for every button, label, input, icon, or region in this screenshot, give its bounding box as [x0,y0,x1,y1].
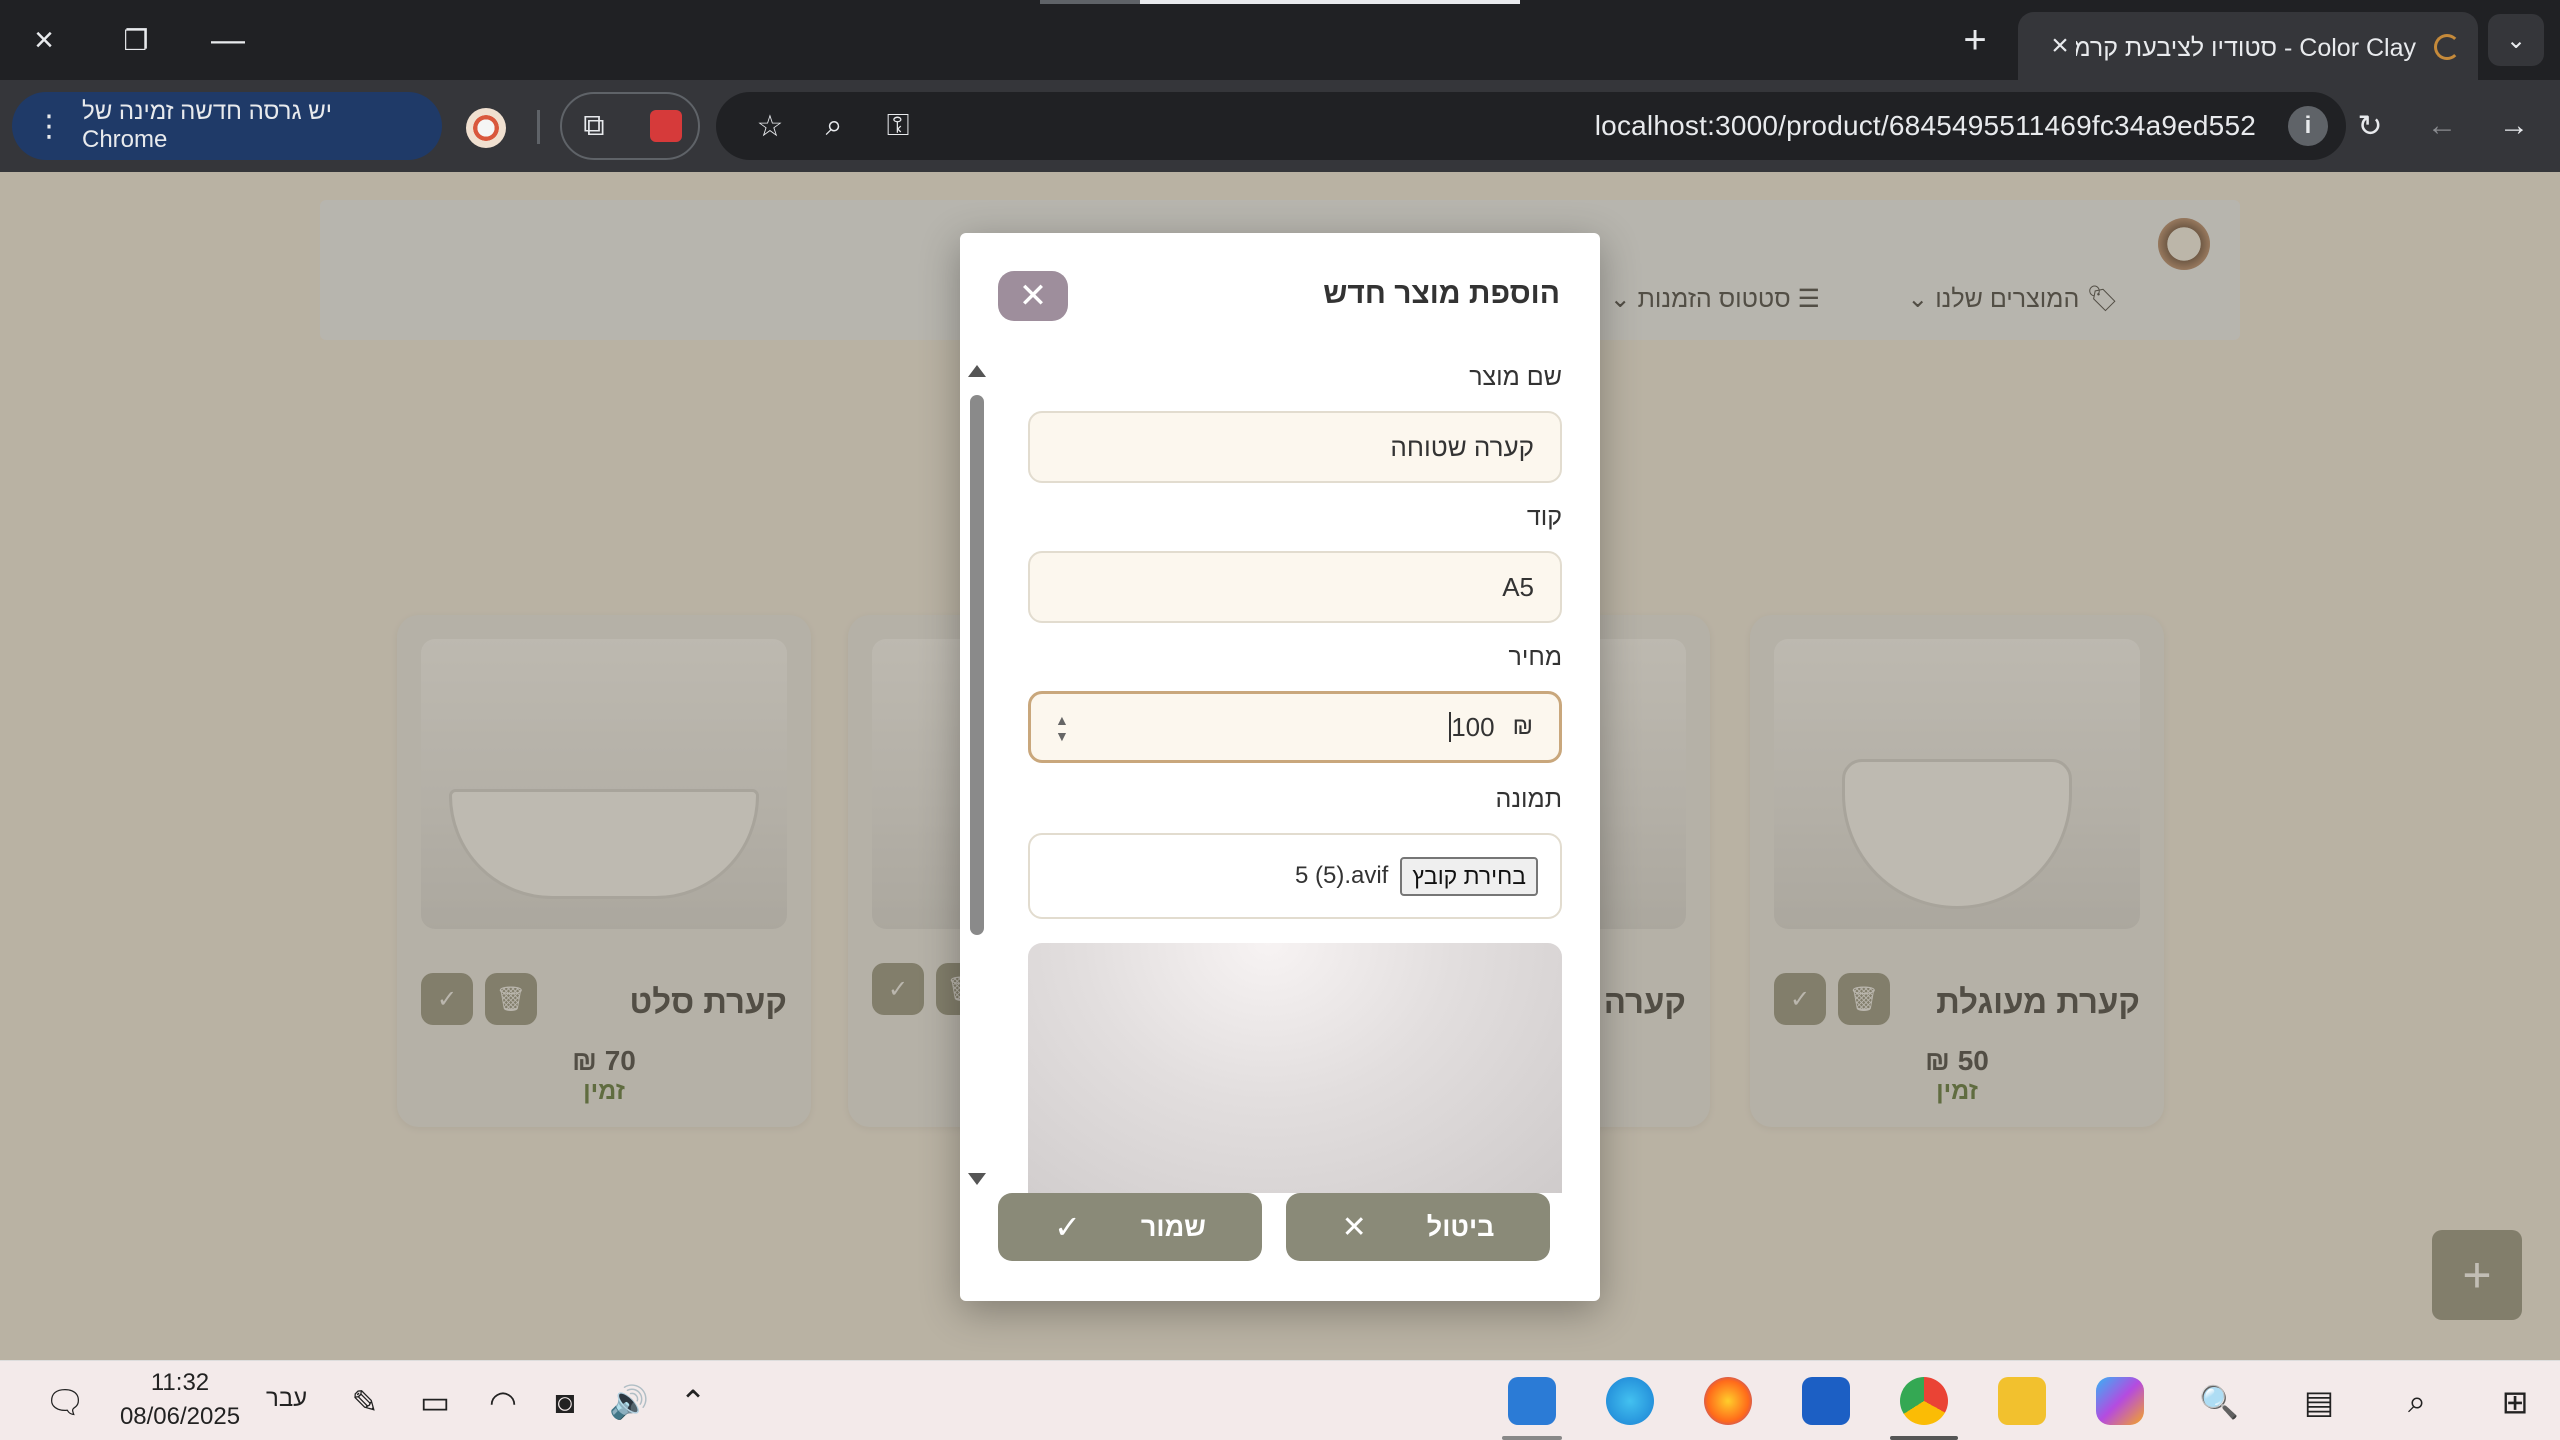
chrome-active-indicator [1890,1436,1958,1440]
cancel-button[interactable]: ביטול ✕ [1286,1193,1550,1261]
chrome-icon[interactable] [1900,1377,1948,1425]
input-language[interactable]: עבר [266,1385,307,1413]
save-button-label: שמור [1140,1211,1206,1242]
cancel-button-label: ביטול [1426,1211,1495,1242]
image-preview [1028,943,1562,1193]
pen-icon[interactable]: ✎ [340,1377,390,1427]
edge-icon[interactable] [1606,1377,1654,1425]
selected-file-name: 5 (5).avif [1294,862,1389,889]
magnifier-app-icon[interactable]: 🔍 [2194,1377,2244,1427]
site-info-icon[interactable]: i [2288,106,2328,146]
wifi-icon[interactable]: ◠ [478,1377,528,1427]
code-label: קוד [1526,503,1562,531]
profile-avatar[interactable] [466,108,506,148]
password-key-icon[interactable]: ⚿ [874,102,922,150]
file-explorer-icon[interactable] [1998,1377,2046,1425]
scroll-down-arrow-icon[interactable] [968,1173,986,1185]
product-name-value: קערה שטוחה [1390,431,1534,462]
camera-icon[interactable]: ◙ [540,1377,590,1427]
window-minimize-icon[interactable]: — [196,14,260,66]
tab-close-icon[interactable]: × [2040,26,2080,66]
menu-dots-icon: ⋮ [34,109,64,143]
system-clock[interactable]: 11:32 08/06/2025 [110,1369,250,1431]
update-label: יש גרסה חדשה זמינה של Chrome [82,98,333,153]
tab-title: Color Clay - סטודיו לציבעת קרמיקה [2076,34,2416,62]
copilot-icon[interactable] [2096,1377,2144,1425]
vscode-icon[interactable] [1508,1377,1556,1425]
check-icon: ✓ [1054,1209,1081,1245]
task-view-icon[interactable]: ▤ [2294,1377,2344,1427]
dialog-close-button[interactable]: ✕ [998,271,1068,321]
tab-strip-scroll[interactable] [1040,0,1520,4]
back-icon[interactable]: ← [2418,102,2466,150]
dialog-title: הוספת מוצר חדש [1323,277,1560,310]
product-name-input[interactable]: קערה שטוחה [1028,411,1562,483]
show-hidden-icons-chevron-icon[interactable]: ⌃ [668,1377,718,1427]
firefox-icon[interactable] [1704,1377,1752,1425]
volume-icon[interactable]: 🔊 [604,1377,654,1427]
clock-date: 08/06/2025 [119,1403,241,1430]
price-value: 100 [1451,711,1495,742]
choose-file-button[interactable]: בחירת קובץ [1400,856,1538,896]
currency-symbol: ₪ [1512,713,1533,740]
window-close-icon[interactable]: × [12,14,76,66]
windows-start-icon[interactable]: ⊞ [2490,1377,2540,1427]
notification-center-icon[interactable]: 🗨 [40,1377,90,1427]
os-taskbar: 🗨 11:32 08/06/2025 עבר ✎ ▭ ◠ ◙ 🔊 ⌃ 🔍 ▤ ⌕… [0,1360,2560,1440]
clock-time: 11:32 [150,1369,210,1396]
active-tab[interactable]: × Color Clay - סטודיו לציבעת קרמיקה [2018,12,2478,80]
tab-search-button[interactable]: ⌄ [2488,14,2544,66]
loading-favicon-icon [2434,34,2460,60]
price-label: מחיר [1508,643,1562,671]
save-button[interactable]: שמור ✓ [998,1193,1262,1261]
store-icon[interactable] [1802,1377,1850,1425]
image-label: תמונה [1495,785,1562,813]
browser-titlebar: × ❐ — + × Color Clay - סטודיו לציבעת קרמ… [0,0,2560,80]
forward-icon[interactable]: → [2490,102,2538,150]
browser-toolbar: ⋮ יש גרסה חדשה זמינה של Chrome ⧉ ☆ ⌕ ⚿ l… [0,80,2560,172]
scroll-up-arrow-icon[interactable] [968,365,986,377]
extensions-puzzle-icon[interactable]: ⧉ [570,102,618,150]
add-product-dialog: הוספת מוצר חדש ✕ שם מוצר קערה שטוחה קוד … [960,233,1600,1301]
chrome-update-button[interactable]: ⋮ יש גרסה חדשה זמינה של Chrome [12,92,442,160]
address-bar[interactable]: ☆ ⌕ ⚿ localhost:3000/product/68454955114… [716,92,2346,160]
extension-app-icon[interactable] [642,102,690,150]
search-icon[interactable]: ⌕ [2392,1377,2442,1427]
dialog-scrollbar[interactable] [966,365,986,1185]
product-name-label: שם מוצר [1469,363,1562,391]
battery-icon[interactable]: ▭ [410,1377,460,1427]
text-caret [1449,712,1452,742]
image-file-input[interactable]: בחירת קובץ 5 (5).avif [1028,833,1562,919]
window-restore-icon[interactable]: ❐ [104,14,168,66]
vscode-active-indicator [1502,1436,1562,1440]
scroll-thumb[interactable] [970,395,984,935]
code-value: A5 [1502,571,1534,602]
price-input[interactable]: ₪ 100 ▲ ▼ [1028,691,1562,763]
bookmark-star-icon[interactable]: ☆ [746,102,794,150]
new-tab-button[interactable]: + [1950,18,2000,62]
toolbar-divider [537,110,540,144]
url-text[interactable]: localhost:3000/product/6845495511469fc34… [1595,110,2256,142]
zoom-icon[interactable]: ⌕ [810,102,858,150]
code-input[interactable]: A5 [1028,551,1562,623]
reload-icon[interactable]: ↻ [2346,102,2394,150]
number-spinner-icon[interactable]: ▲ ▼ [1055,712,1069,744]
close-icon: ✕ [1341,1210,1367,1244]
